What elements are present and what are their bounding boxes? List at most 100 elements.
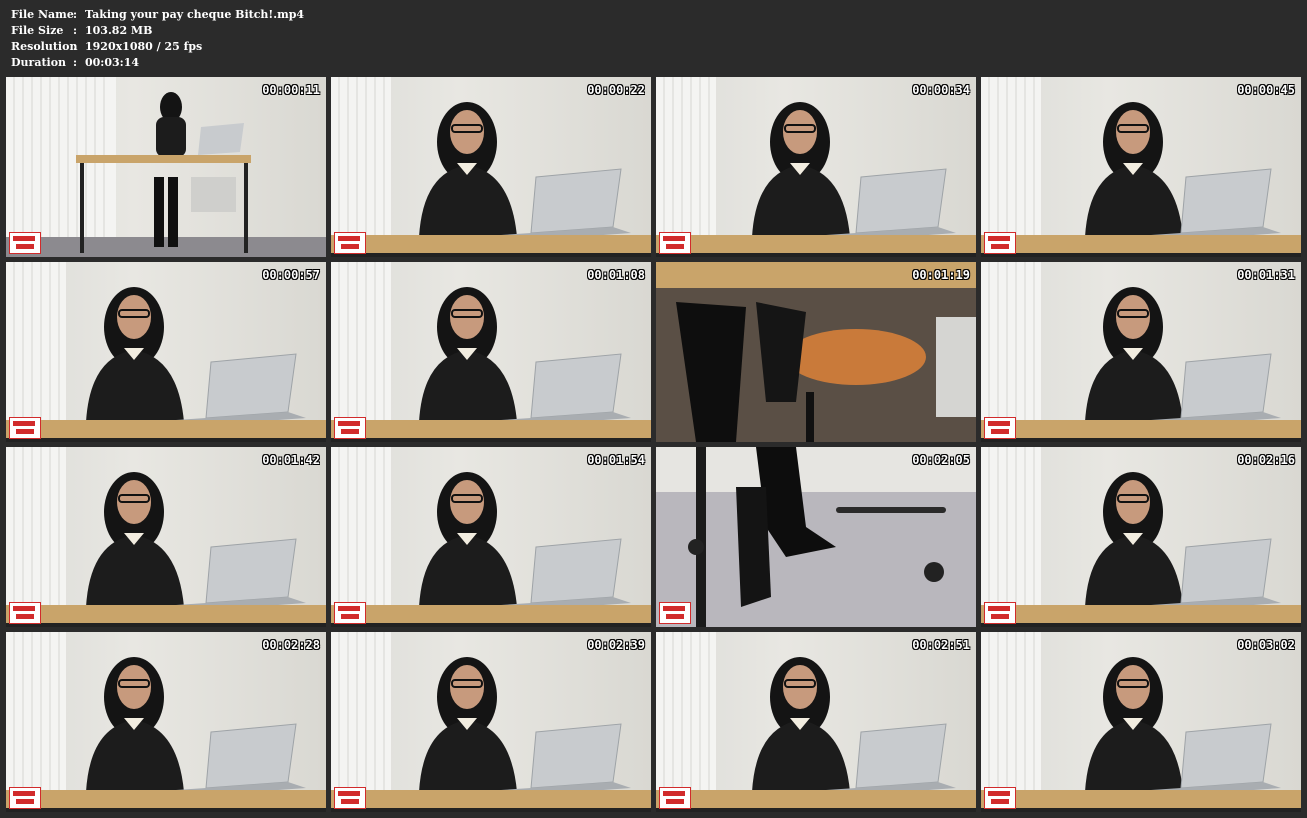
laptop-screen (205, 723, 297, 789)
video-thumbnail[interactable]: 00:02:05 (656, 447, 976, 627)
watermark-logo-icon (659, 787, 691, 809)
thumbnail-timestamp: 00:02:51 (912, 638, 970, 652)
outfit (86, 350, 184, 422)
info-value: 1920x1080 / 25 fps (85, 40, 203, 53)
radiator (936, 317, 976, 417)
chair-post (806, 392, 814, 442)
watermark-logo-icon (334, 417, 366, 439)
watermark-logo-icon (984, 417, 1016, 439)
thumbnail-timestamp: 00:00:34 (912, 83, 970, 97)
desk-edge (981, 438, 1301, 442)
window-blinds (331, 632, 391, 812)
laptop-screen (205, 353, 297, 419)
outfit (752, 165, 850, 237)
info-row: File Name: Taking your pay cheque Bitch!.… (11, 7, 304, 23)
desk-edge (331, 438, 651, 442)
window-blinds (981, 77, 1041, 257)
boot (154, 177, 164, 247)
laptop-screen (855, 168, 947, 234)
desk-edge (331, 623, 651, 627)
watermark-logo-icon (9, 232, 41, 254)
laptop-screen (530, 353, 622, 419)
video-thumbnail[interactable]: 00:02:51 (656, 632, 976, 812)
thumbnail-timestamp: 00:01:31 (1237, 268, 1295, 282)
desk-leg (696, 447, 706, 627)
window-blinds (656, 632, 716, 812)
video-thumbnail[interactable]: 00:01:19 (656, 262, 976, 442)
info-sep: : (73, 56, 78, 69)
watermark-logo-icon (984, 787, 1016, 809)
window-blinds (331, 262, 391, 442)
thumbnail-frame (656, 632, 976, 812)
video-thumbnail[interactable]: 00:03:02 (981, 632, 1301, 812)
laptop-screen (855, 723, 947, 789)
video-thumbnail[interactable]: 00:02:28 (6, 632, 326, 812)
thumbnail-frame (981, 77, 1301, 257)
outfit (752, 720, 850, 792)
thumbnail-grid: 00:00:11 00:00:22 00:00:34 00:00:45 00:00:57… (6, 77, 1301, 812)
thumbnail-timestamp: 00:02:39 (587, 638, 645, 652)
thumbnail-frame (6, 262, 326, 442)
desk-edge (6, 438, 326, 442)
window-blinds (6, 632, 66, 812)
video-thumbnail[interactable]: 00:02:16 (981, 447, 1301, 627)
window-blinds (981, 447, 1041, 627)
laptop-screen (530, 538, 622, 604)
video-thumbnail[interactable]: 00:00:34 (656, 77, 976, 257)
window-blinds (331, 447, 391, 627)
outfit (1085, 165, 1183, 237)
watermark-logo-icon (659, 602, 691, 624)
thumbnail-frame (981, 447, 1301, 627)
video-thumbnail[interactable]: 00:00:45 (981, 77, 1301, 257)
chair-wheel (924, 562, 944, 582)
watermark-logo-icon (9, 602, 41, 624)
info-sep: : (73, 24, 78, 37)
thumbnail-timestamp: 00:02:05 (912, 453, 970, 467)
video-thumbnail[interactable]: 00:00:22 (331, 77, 651, 257)
video-thumbnail[interactable]: 00:02:39 (331, 632, 651, 812)
desk-edge (6, 623, 326, 627)
boot (168, 177, 178, 247)
thumbnail-frame (656, 262, 976, 442)
thumbnail-frame (331, 447, 651, 627)
laptop-screen (1180, 168, 1272, 234)
thumbnail-frame (331, 632, 651, 812)
outfit (419, 535, 517, 607)
thumbnail-timestamp: 00:01:19 (912, 268, 970, 282)
desk-edge (656, 808, 976, 812)
window-blinds (6, 262, 66, 442)
desk-leg (80, 163, 84, 253)
outfit (156, 117, 186, 157)
laptop-screen (530, 168, 622, 234)
thumbnail-timestamp: 00:02:28 (262, 638, 320, 652)
info-label: File Size (11, 24, 64, 37)
watermark-logo-icon (9, 787, 41, 809)
watermark-logo-icon (9, 417, 41, 439)
watermark-logo-icon (659, 232, 691, 254)
watermark-logo-icon (984, 602, 1016, 624)
video-thumbnail[interactable]: 00:01:42 (6, 447, 326, 627)
desk-edge (981, 253, 1301, 257)
thumbnail-frame (656, 447, 976, 627)
info-sep: : (73, 40, 78, 53)
video-thumbnail[interactable]: 00:00:57 (6, 262, 326, 442)
boot (736, 487, 771, 607)
thumbnail-timestamp: 00:00:57 (262, 268, 320, 282)
video-thumbnail[interactable]: 00:00:11 (6, 77, 326, 257)
laptop-screen (1180, 723, 1272, 789)
laptop-screen (205, 538, 297, 604)
laptop-screen (198, 123, 244, 155)
thumbnail-frame (6, 447, 326, 627)
video-thumbnail[interactable]: 00:01:54 (331, 447, 651, 627)
radiator (191, 177, 236, 212)
thumbnail-timestamp: 00:00:11 (262, 83, 320, 97)
outfit (1085, 535, 1183, 607)
video-thumbnail[interactable]: 00:01:08 (331, 262, 651, 442)
info-value: 103.82 MB (85, 24, 153, 37)
info-sep: : (73, 8, 78, 21)
laptop-screen (1180, 353, 1272, 419)
outfit (1085, 720, 1183, 792)
thumbnail-timestamp: 00:01:42 (262, 453, 320, 467)
file-info-panel: File Name: Taking your pay cheque Bitch!.… (11, 7, 304, 71)
video-thumbnail[interactable]: 00:01:31 (981, 262, 1301, 442)
